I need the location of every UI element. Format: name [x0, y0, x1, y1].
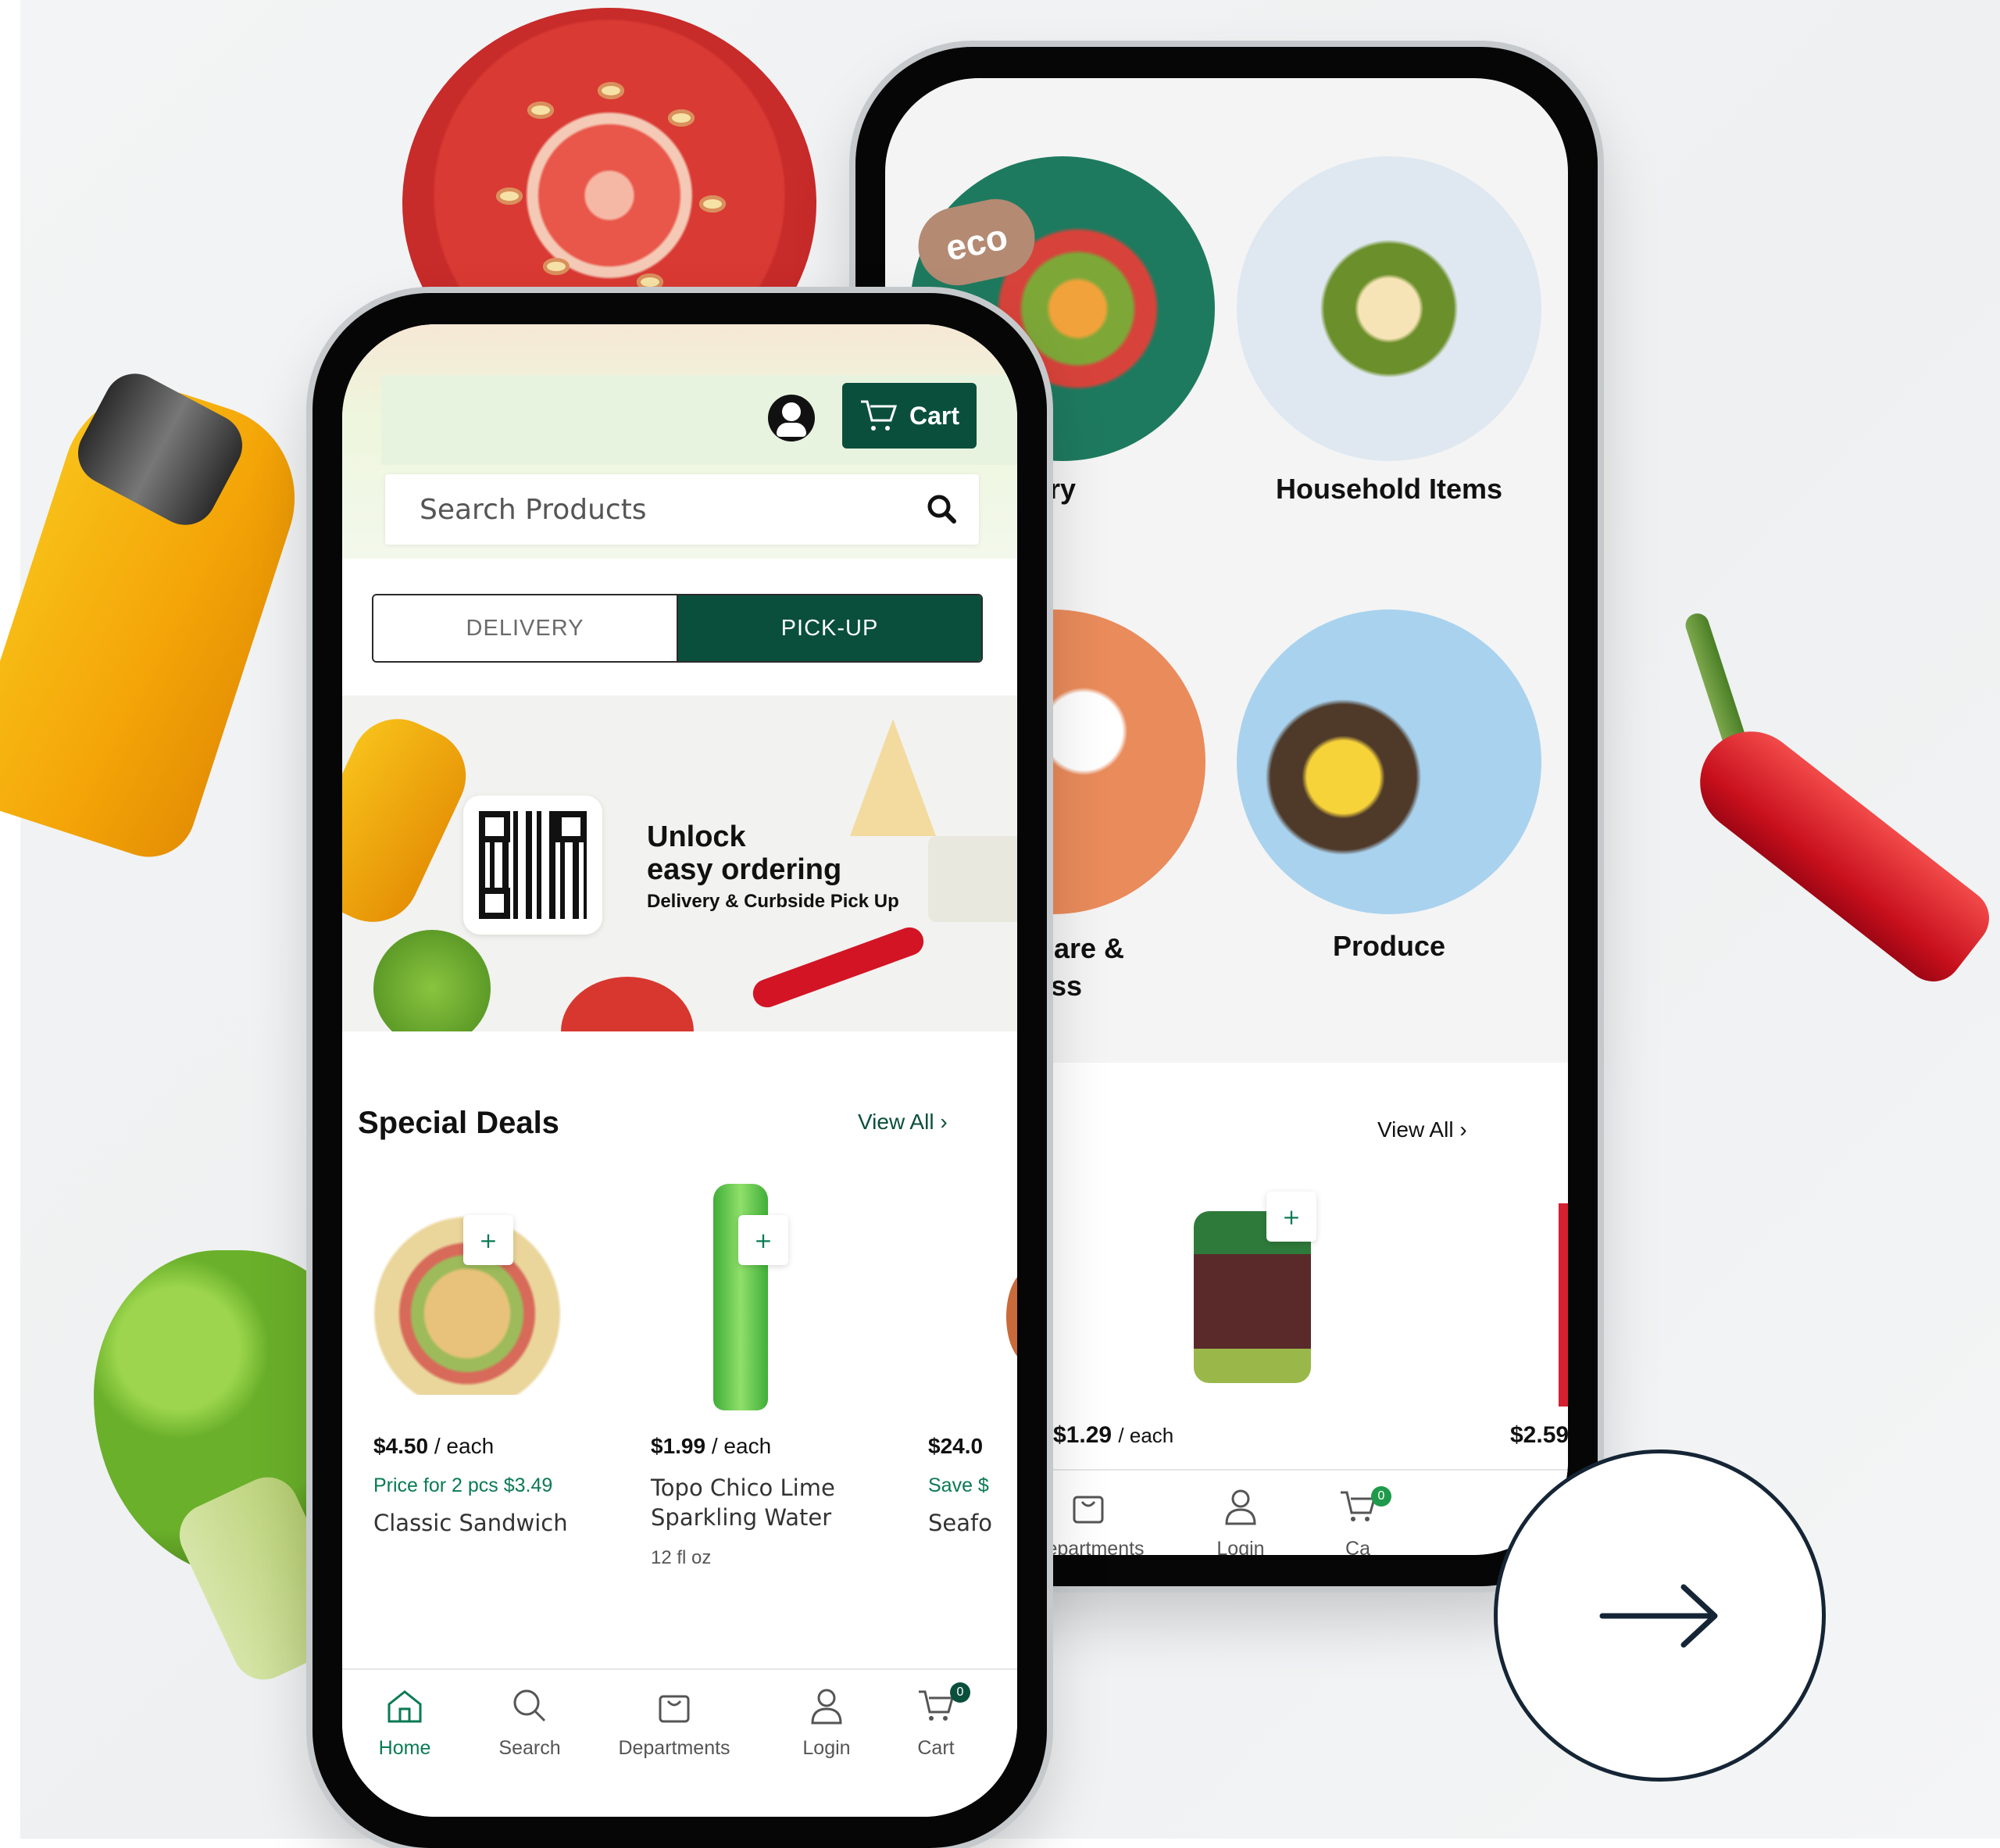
user-icon	[811, 1689, 842, 1725]
cart-icon	[860, 400, 898, 431]
banner-pepper-image	[748, 923, 928, 1012]
nav-cart[interactable]: Ca 0	[1323, 1486, 1393, 1555]
banner-broccoli-image	[373, 930, 491, 1031]
account-icon[interactable]	[768, 395, 815, 441]
qr-code[interactable]	[463, 795, 602, 935]
product-name: Seafo	[928, 1510, 992, 1536]
category-household-image[interactable]	[1237, 156, 1541, 461]
bottom-nav: Home Search Departments Login Cart 0	[342, 1668, 1017, 1817]
fulfillment-toggle: DELIVERY PICK-UP	[372, 594, 983, 663]
view-all-link[interactable]: View All ›	[858, 1110, 948, 1135]
back-view-all-link[interactable]: View All ›	[1377, 1117, 1467, 1142]
bag-icon	[659, 1695, 690, 1723]
product-image-seafood	[1006, 1270, 1017, 1364]
product-card[interactable]: + $1.99 / each Topo Chico Lime Sparkling …	[620, 1176, 877, 1568]
qr-code-pattern	[479, 811, 587, 919]
cart-button-label: Cart	[909, 401, 959, 430]
pickup-tab[interactable]: PICK-UP	[678, 595, 981, 661]
product-promo: Save $	[928, 1474, 989, 1496]
promo-banner[interactable]: Unlock easy ordering Delivery & Curbside …	[342, 695, 1017, 1031]
product-size: 12 fl oz	[651, 1547, 712, 1568]
add-to-cart-button[interactable]: +	[1266, 1192, 1316, 1242]
nav-cart[interactable]: Cart 0	[889, 1682, 983, 1760]
nav-login[interactable]: Login	[772, 1685, 881, 1760]
banner-subtitle: Delivery & Curbside Pick Up	[647, 891, 899, 912]
arrow-right-icon	[1599, 1584, 1717, 1647]
banner-tomato-image	[561, 977, 694, 1031]
next-button[interactable]	[1494, 1449, 1826, 1782]
product-card[interactable]: $24.0 Save $ Seafo	[897, 1176, 1017, 1543]
product-promo: Price for 2 pcs $3.49	[373, 1474, 553, 1496]
banner-bottle-image	[342, 703, 481, 938]
search-bar	[385, 474, 979, 545]
product-card[interactable]: + $4.50 / each Price for 2 pcs $3.49 Cla…	[342, 1176, 600, 1543]
product-name: Topo Chico Lime Sparkling Water	[651, 1474, 835, 1531]
banner-cheese-image	[850, 719, 936, 836]
delivery-tab[interactable]: DELIVERY	[373, 595, 678, 661]
nav-departments[interactable]: Departments	[596, 1685, 752, 1760]
product-price: $1.99 / each	[651, 1434, 772, 1458]
cart-count-badge: 0	[1371, 1486, 1391, 1507]
cart-button[interactable]: Cart	[842, 383, 977, 449]
special-deals-heading: Special Deals	[358, 1106, 559, 1140]
front-phone-screen: Cart DELIVERY PICK-UP Unlockeasy orderin…	[342, 324, 1017, 1817]
add-to-cart-button[interactable]: +	[738, 1215, 788, 1265]
add-to-cart-button[interactable]: +	[463, 1215, 513, 1265]
product-price: $1.29 / each	[1053, 1422, 1174, 1448]
product-price: $24.0	[928, 1434, 984, 1458]
search-icon	[513, 1689, 546, 1722]
nav-search[interactable]: Search	[475, 1685, 584, 1760]
product-partial-image	[1559, 1203, 1568, 1407]
front-phone: Cart DELIVERY PICK-UP Unlockeasy orderin…	[312, 293, 1047, 1848]
category-household-label[interactable]: Household Items	[1229, 473, 1549, 506]
eco-badge: eco	[911, 191, 1042, 293]
category-produce-image[interactable]	[1237, 609, 1541, 914]
banner-title: Unlock easy ordering	[647, 820, 842, 886]
bag-icon	[1073, 1496, 1104, 1524]
nav-home[interactable]: Home	[350, 1685, 459, 1760]
category-produce-label[interactable]: Produce	[1229, 930, 1549, 963]
banner-cheese-image	[928, 836, 1017, 922]
home-icon	[388, 1690, 422, 1723]
user-icon	[1225, 1489, 1256, 1525]
search-icon[interactable]	[924, 491, 960, 527]
nav-login[interactable]: Login	[1186, 1486, 1295, 1555]
product-price: $2.59	[1510, 1422, 1568, 1448]
search-input[interactable]	[418, 488, 905, 531]
cart-count-badge: 0	[950, 1682, 970, 1703]
product-price: $4.50 / each	[373, 1434, 495, 1458]
product-name: Classic Sandwich	[373, 1510, 568, 1536]
